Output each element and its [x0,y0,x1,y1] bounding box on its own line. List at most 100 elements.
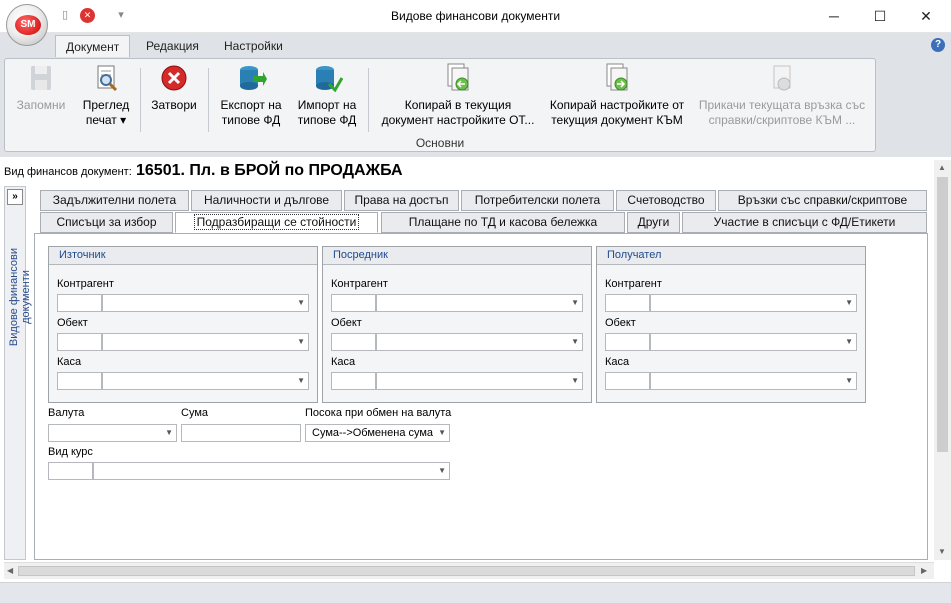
rate-type-combo[interactable]: ▼ [93,462,450,480]
tab-mandatory-fields[interactable]: Задължителни полета [40,190,189,211]
intermediary-contractor-label: Контрагент [331,278,388,290]
close-button[interactable]: Затвори [146,62,202,134]
recipient-object-combo[interactable]: ▼ [650,333,857,351]
horizontal-scrollbar[interactable]: ◀ ▶ [4,562,934,579]
copy-to-button[interactable]: Копирай настройките от текущия документ … [544,62,690,134]
import-types-button[interactable]: Импорт на типове ФД [290,62,364,134]
chevron-down-icon: ▼ [845,337,853,346]
recipient-contractor-code[interactable] [605,294,650,312]
tab-stock-debts[interactable]: Наличности и дългове [191,190,342,211]
intermediary-contractor-code[interactable] [331,294,376,312]
tab-edit[interactable]: Редакция [136,35,209,57]
copy-from-button[interactable]: Копирай в текущия документ настройките О… [374,62,542,134]
vertical-scrollbar[interactable]: ▲ ▼ [934,160,951,560]
source-object-code[interactable] [57,333,102,351]
source-object-combo[interactable]: ▼ [102,333,309,351]
tab-payment-receipt[interactable]: Плащане по ТД и касова бележка [381,212,625,233]
source-contractor-label: Контрагент [57,278,114,290]
app-menu-button[interactable]: SM [6,4,48,46]
export-db-icon [235,62,267,94]
recipient-cashbox-code[interactable] [605,372,650,390]
currency-combo[interactable]: ▼ [48,424,177,442]
tab-other[interactable]: Други [627,212,680,233]
chevron-down-icon: ▼ [165,428,173,437]
close-icon [158,62,190,94]
attach-link-button[interactable]: Прикачи текущата връзка със справки/скри… [694,62,870,134]
recipient-object-code[interactable] [605,333,650,351]
rate-type-label: Вид курс [48,446,93,458]
attach-icon [766,62,798,94]
close-window-button[interactable]: ✕ [903,0,949,32]
group-intermediary-title: Посредник [323,247,591,265]
tab-settings[interactable]: Настройки [214,35,293,57]
ribbon-group-label: Основни [415,136,465,150]
amount-input[interactable] [181,424,301,442]
chevron-down-icon: ▼ [571,376,579,385]
source-cashbox-code[interactable] [57,372,102,390]
chevron-down-icon: ▼ [297,337,305,346]
doc-type-label: Вид финансов документ: [4,166,132,178]
window-title: Видове финансови документи [390,9,561,23]
tab-selection-lists[interactable]: Списъци за избор [40,212,173,233]
tab-access-rights[interactable]: Права на достъп [344,190,459,211]
scroll-up-icon[interactable]: ▲ [938,163,946,172]
recipient-cashbox-label: Каса [605,356,630,368]
intermediary-cashbox-label: Каса [331,356,356,368]
save-button[interactable]: Запомни [10,62,72,134]
horizontal-scroll-thumb[interactable] [18,566,915,576]
source-cashbox-label: Каса [57,356,82,368]
copy-to-icon [601,62,633,94]
chevron-down-icon: ▼ [845,298,853,307]
currency-label: Валута [48,407,85,419]
source-contractor-combo[interactable]: ▼ [102,294,309,312]
tab-report-links[interactable]: Връзки със справки/скриптове [718,190,927,211]
chevron-down-icon: ▼ [845,376,853,385]
recipient-contractor-label: Контрагент [605,278,662,290]
source-cashbox-combo[interactable]: ▼ [102,372,309,390]
intermediary-cashbox-combo[interactable]: ▼ [376,372,583,390]
intermediary-cashbox-code[interactable] [331,372,376,390]
amount-label: Сума [181,407,209,419]
group-source-title: Източник [49,247,317,265]
group-recipient-title: Получател [597,247,865,265]
ribbon-separator [208,68,209,132]
expand-panel-button[interactable]: » [7,189,23,205]
tab-default-values[interactable]: Подразбиращи се стойности [175,212,378,233]
tab-user-fields[interactable]: Потребителски полета [461,190,614,211]
chevron-down-icon: ▼ [297,376,305,385]
chevron-down-icon: ▼ [438,428,446,437]
export-types-button[interactable]: Експорт на типове ФД [214,62,288,134]
app-logo-icon: SM [15,15,41,35]
rate-type-code[interactable] [48,462,93,480]
scroll-down-icon[interactable]: ▼ [938,547,946,556]
minimize-button[interactable]: ─ [811,0,857,32]
recipient-contractor-combo[interactable]: ▼ [650,294,857,312]
intermediary-contractor-combo[interactable]: ▼ [376,294,583,312]
tab-accounting[interactable]: Счетоводство [616,190,716,211]
exchange-direction-combo[interactable]: Сума-->Обменена сума ▼ [305,424,450,442]
scroll-right-icon[interactable]: ▶ [921,566,927,575]
vertical-scroll-thumb[interactable] [937,177,948,452]
chevron-down-icon: ▼ [571,337,579,346]
scroll-left-icon[interactable]: ◀ [7,566,13,575]
recipient-cashbox-combo[interactable]: ▼ [650,372,857,390]
print-preview-button[interactable]: Преглед печат ▾ [76,62,136,134]
maximize-button[interactable]: ☐ [857,0,903,32]
chevron-down-icon: ▼ [438,466,446,475]
chevron-down-icon: ▼ [571,298,579,307]
status-bar [0,582,951,603]
ribbon-separator [140,68,141,132]
intermediary-object-code[interactable] [331,333,376,351]
print-preview-icon [90,62,122,94]
ribbon-separator [368,68,369,132]
import-db-icon [311,62,344,94]
tab-list-participation[interactable]: Участие в списъци с ФД/Етикети [682,212,927,233]
side-panel-label[interactable]: Видове финансови документи [8,242,32,352]
source-contractor-code[interactable] [57,294,102,312]
tab-document[interactable]: Документ [55,35,131,57]
exchange-direction-label: Посока при обмен на валута [305,407,452,419]
intermediary-object-combo[interactable]: ▼ [376,333,583,351]
help-icon[interactable]: ? [931,38,945,52]
copy-from-icon [442,62,474,94]
recipient-object-label: Обект [605,317,636,329]
